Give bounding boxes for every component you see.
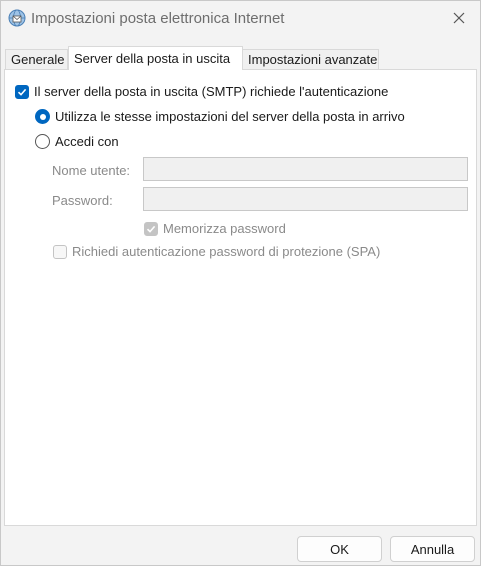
tab-generale[interactable]: Generale xyxy=(5,49,68,69)
ok-button[interactable]: OK xyxy=(297,536,382,562)
username-field[interactable] xyxy=(143,157,468,181)
login-option[interactable]: Accedi con xyxy=(35,134,119,149)
settings-dialog: Impostazioni posta elettronica Internet … xyxy=(0,0,481,566)
remember-password-row[interactable]: Memorizza password xyxy=(144,221,286,236)
same-settings-option[interactable]: Utilizza le stesse impostazioni del serv… xyxy=(35,109,405,124)
same-settings-radio[interactable] xyxy=(35,109,50,124)
tab-server-posta-uscita[interactable]: Server della posta in uscita xyxy=(68,46,243,70)
tab-impostazioni-avanzate[interactable]: Impostazioni avanzate xyxy=(242,49,379,69)
title-bar: Impostazioni posta elettronica Internet xyxy=(1,1,480,37)
spa-checkbox[interactable] xyxy=(53,244,67,259)
outlook-mail-icon xyxy=(8,9,26,27)
login-label: Accedi con xyxy=(55,134,119,149)
close-button[interactable] xyxy=(444,5,474,33)
checkmark-icon xyxy=(17,88,27,96)
username-label: Nome utente: xyxy=(52,163,131,178)
smtp-auth-label: Il server della posta in uscita (SMTP) r… xyxy=(34,84,389,99)
remember-password-checkbox[interactable] xyxy=(144,221,158,236)
same-settings-label: Utilizza le stesse impostazioni del serv… xyxy=(55,109,405,124)
cancel-button[interactable]: Annulla xyxy=(390,536,475,562)
spa-row[interactable]: Richiedi autenticazione password di prot… xyxy=(53,244,380,259)
password-field[interactable] xyxy=(143,187,468,211)
smtp-auth-checkbox[interactable] xyxy=(15,84,29,99)
password-label: Password: xyxy=(52,193,113,208)
window-title: Impostazioni posta elettronica Internet xyxy=(31,10,285,27)
close-icon xyxy=(453,12,465,27)
remember-password-label: Memorizza password xyxy=(163,221,286,236)
tab-panel: Il server della posta in uscita (SMTP) r… xyxy=(4,69,477,526)
spa-label: Richiedi autenticazione password di prot… xyxy=(72,244,381,259)
login-radio[interactable] xyxy=(35,134,50,149)
smtp-auth-row[interactable]: Il server della posta in uscita (SMTP) r… xyxy=(15,84,388,99)
checkmark-icon xyxy=(146,225,156,233)
